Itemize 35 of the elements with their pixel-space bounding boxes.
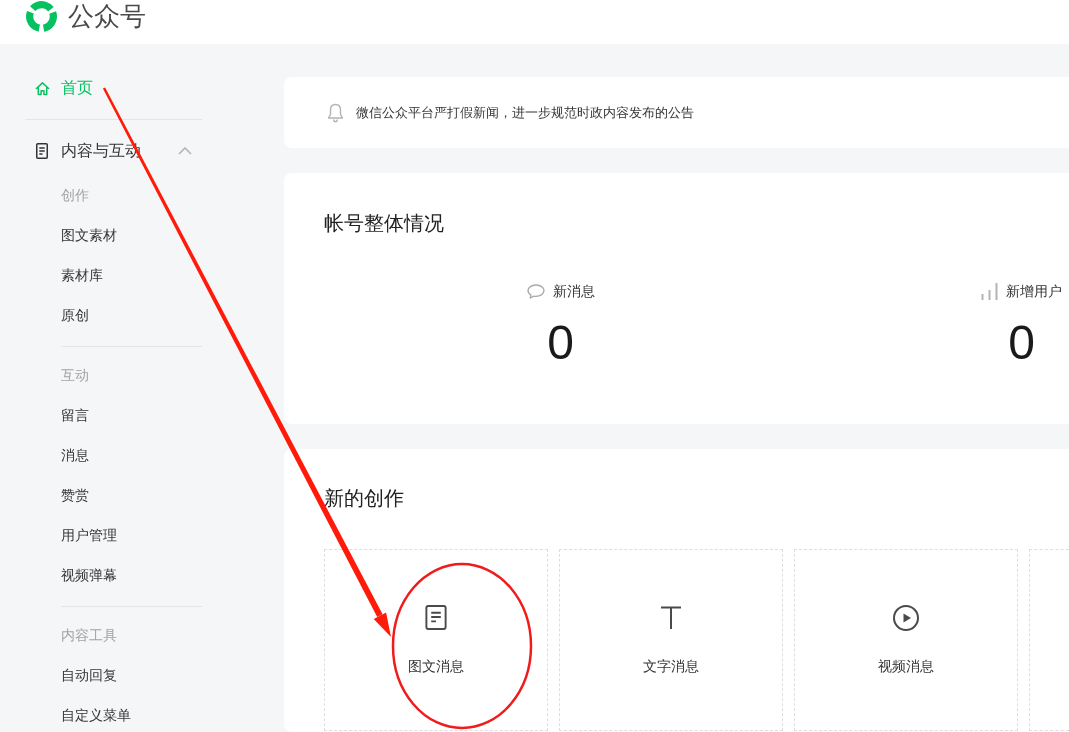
creation-option[interactable]: 文字消息 [559,549,783,731]
nav-item[interactable]: 视频弹幕 [25,556,202,596]
group-heading: 创作 [60,186,90,205]
nav-item[interactable]: 原创 [25,296,202,336]
stat-label: 新增用户 [1006,282,1062,301]
chevron-up-icon [178,147,192,155]
nav-item[interactable]: 素材库 [25,256,202,296]
creation-option[interactable] [1029,549,1069,731]
nav-item[interactable]: 自定义菜单 [25,696,202,732]
group-heading: 内容工具 [60,626,118,645]
section-title: 帐号整体情况 [324,211,444,236]
app-title: 公众号 [68,0,146,32]
nav-item[interactable]: 留言 [25,396,202,436]
play-icon [893,604,919,631]
text-icon [660,605,682,630]
nav-item[interactable]: 消息 [25,436,202,476]
nav-item[interactable]: 自动回复 [25,656,202,696]
creation-option[interactable]: 视频消息 [794,549,1018,731]
nav-item[interactable]: 赞赏 [25,476,202,516]
document-icon [36,143,48,159]
stat-value: 0 [1008,319,1035,367]
creation-option[interactable]: 图文消息 [324,549,548,731]
logo-icon [25,0,58,33]
notice-text[interactable]: 微信公众平台严打假新闻，进一步规范时政内容发布的公告 [356,103,694,122]
section-title: 新的创作 [324,486,404,511]
stat-label: 新消息 [552,282,595,301]
nav-item[interactable]: 用户管理 [25,516,202,556]
chat-bubble-icon [526,283,545,299]
stat-value: 0 [547,319,574,367]
group-heading: 互动 [60,366,90,385]
document-icon [425,605,447,630]
nav-item[interactable]: 图文素材 [25,216,202,256]
bar-chart-icon [981,282,998,300]
home-icon [35,80,50,96]
bell-icon [327,102,344,123]
